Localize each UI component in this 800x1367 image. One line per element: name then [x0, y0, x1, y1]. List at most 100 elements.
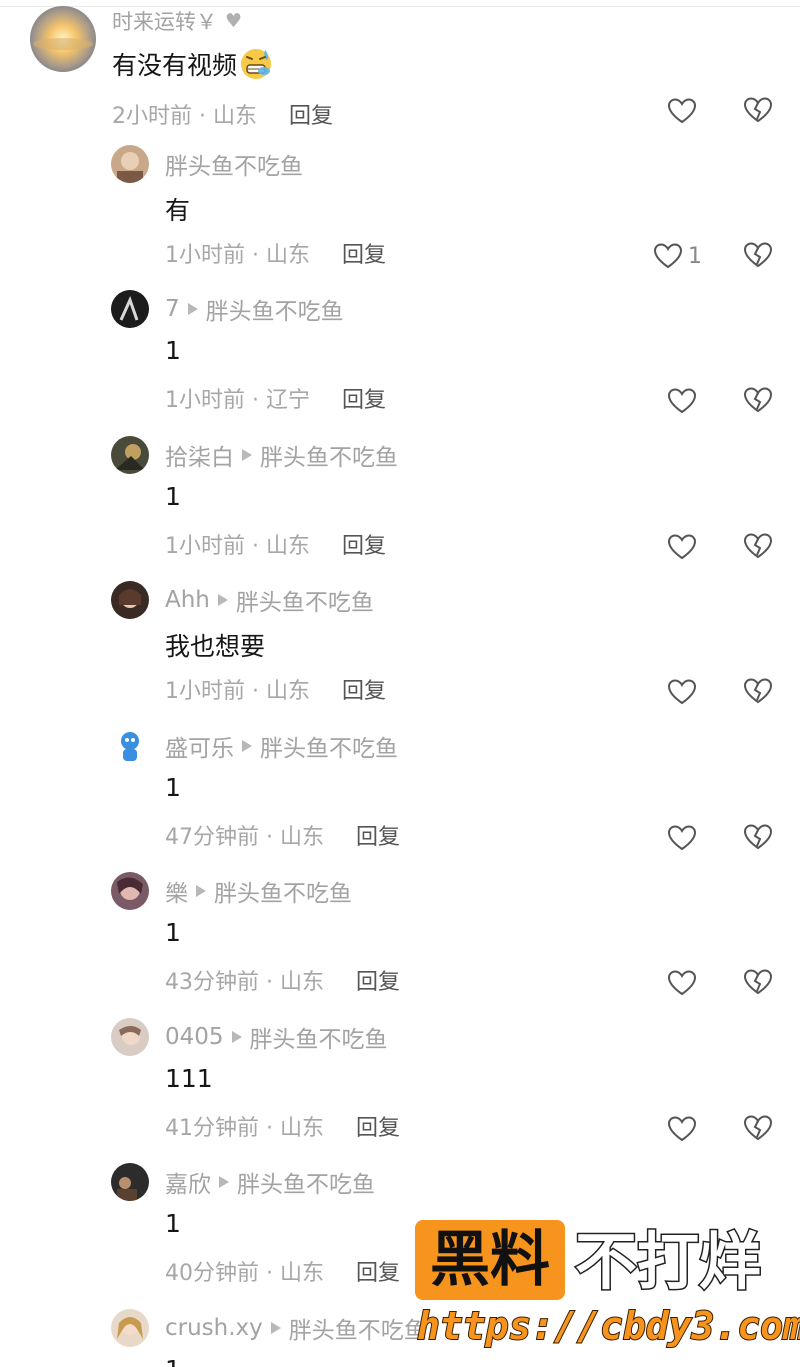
reply-button[interactable]: 回复: [342, 528, 386, 560]
username-row: 胖头鱼不吃鱼: [165, 147, 303, 181]
username[interactable]: 0405: [165, 1024, 224, 1050]
reply-button[interactable]: 回复: [342, 382, 386, 414]
like-count: 1: [688, 243, 702, 269]
username[interactable]: 盛可乐: [165, 729, 234, 763]
comment-meta: 41分钟前 · 山东 回复: [165, 1110, 400, 1142]
username-row: 7 胖头鱼不吃鱼: [165, 292, 344, 326]
comment-meta: 1小时前 · 辽宁 回复: [165, 382, 386, 414]
avatar[interactable]: [111, 727, 149, 765]
reply-button[interactable]: 回复: [342, 673, 386, 705]
avatar[interactable]: [30, 6, 96, 72]
heart-outline-icon: [667, 679, 697, 705]
avatar[interactable]: [111, 581, 149, 619]
broken-heart-icon: [743, 242, 773, 268]
avatar[interactable]: [111, 1018, 149, 1056]
avatar[interactable]: [111, 872, 149, 910]
username-row: crush.xy 胖头鱼不吃鱼: [165, 1311, 427, 1345]
reply-to-username[interactable]: 胖头鱼不吃鱼: [250, 1020, 388, 1054]
dislike-button[interactable]: [742, 530, 776, 564]
reply-arrow-icon: [231, 1031, 242, 1043]
comment-meta: 40分钟前 · 山东 回复: [165, 1255, 400, 1287]
comment-meta: 47分钟前 · 山东 回复: [165, 819, 400, 851]
reply-button[interactable]: 回复: [356, 819, 400, 851]
reply-comment: 盛可乐 胖头鱼不吃鱼 1 47分钟前 · 山东 回复: [0, 727, 800, 867]
reply-arrow-icon: [196, 885, 206, 897]
grimacing-sweat-face-icon: [241, 49, 272, 79]
reply-comment: Ahh 胖头鱼不吃鱼 我也想要 1小时前 · 山东 回复: [0, 581, 800, 721]
broken-heart-icon: [743, 1115, 773, 1141]
dislike-button[interactable]: [742, 1112, 776, 1146]
broken-heart-icon: [743, 824, 773, 850]
username[interactable]: 拾柒白: [165, 438, 234, 472]
like-button[interactable]: [666, 966, 700, 1000]
avatar[interactable]: [111, 1309, 149, 1347]
like-button[interactable]: [666, 530, 700, 564]
reply-button[interactable]: 回复: [289, 98, 333, 130]
username[interactable]: 时来运转￥: [112, 6, 217, 36]
reply-to-username[interactable]: 胖头鱼不吃鱼: [237, 1165, 375, 1199]
broken-heart-icon: [743, 969, 773, 995]
reply-arrow-icon: [217, 594, 228, 606]
avatar[interactable]: [111, 145, 149, 183]
reply-comment: 拾柒白 胖头鱼不吃鱼 1 1小时前 · 山东 回复: [0, 436, 800, 576]
username[interactable]: 樂: [165, 874, 188, 908]
reply-button[interactable]: 回复: [356, 964, 400, 996]
heart-icon: ♥: [225, 10, 243, 32]
username[interactable]: 嘉欣: [165, 1165, 211, 1199]
like-button[interactable]: 1: [652, 239, 712, 273]
like-button[interactable]: [666, 94, 700, 128]
like-button[interactable]: [666, 821, 700, 855]
like-button[interactable]: [666, 1112, 700, 1146]
reply-comment: 樂 胖头鱼不吃鱼 1 43分钟前 · 山东 回复: [0, 872, 800, 1012]
heart-outline-icon: [667, 98, 697, 124]
avatar[interactable]: [111, 436, 149, 474]
username[interactable]: 胖头鱼不吃鱼: [165, 147, 303, 181]
dislike-button[interactable]: [742, 966, 776, 1000]
heart-outline-icon: [667, 534, 697, 560]
reply-to-username[interactable]: 胖头鱼不吃鱼: [260, 438, 398, 472]
broken-heart-icon: [743, 533, 773, 559]
username[interactable]: Ahh: [165, 587, 210, 613]
avatar[interactable]: [111, 290, 149, 328]
reply-to-username[interactable]: 胖头鱼不吃鱼: [236, 583, 374, 617]
comment-meta: 1小时前 · 山东 回复: [165, 673, 386, 705]
reply-button[interactable]: 回复: [356, 1110, 400, 1142]
heart-outline-icon: [667, 970, 697, 996]
reply-to-username[interactable]: 胖头鱼不吃鱼: [214, 874, 352, 908]
username[interactable]: 7: [165, 296, 180, 322]
username[interactable]: crush.xy: [165, 1315, 263, 1341]
like-button[interactable]: [666, 384, 700, 418]
comment-text: 1: [165, 1355, 181, 1367]
reply-to-username[interactable]: 胖头鱼不吃鱼: [206, 292, 344, 326]
reply-button[interactable]: 回复: [356, 1255, 400, 1287]
time-location: 1小时前 · 辽宁: [165, 388, 310, 413]
time-location: 40分钟前 · 山东: [165, 1261, 324, 1286]
avatar[interactable]: [111, 1163, 149, 1201]
comment-text: 111: [165, 1064, 213, 1093]
dislike-button[interactable]: [742, 675, 776, 709]
comment-meta: 1小时前 · 山东 回复: [165, 237, 386, 269]
dislike-button[interactable]: [742, 94, 776, 128]
dislike-button[interactable]: [742, 384, 776, 418]
comment-body: 有没有视频: [112, 51, 238, 80]
like-button[interactable]: [666, 675, 700, 709]
dislike-button[interactable]: [742, 239, 776, 273]
heart-outline-icon: [667, 388, 697, 414]
reply-button[interactable]: 回复: [342, 237, 386, 269]
comment-text: 有: [165, 196, 191, 225]
reply-arrow-icon: [187, 303, 198, 315]
username-row: 拾柒白 胖头鱼不吃鱼: [165, 438, 398, 472]
reply-comment: 胖头鱼不吃鱼 有 1小时前 · 山东 回复 1: [0, 145, 800, 285]
time-location: 47分钟前 · 山东: [165, 825, 324, 850]
time-location: 1小时前 · 山东: [165, 534, 310, 559]
time-location: 1小时前 · 山东: [165, 243, 310, 268]
comment-thread-page: 时来运转￥ ♥ 有没有视频 2小时前 · 山东 回复 胖头鱼不吃鱼 有 1小时前…: [0, 0, 800, 1367]
reply-to-username[interactable]: 胖头鱼不吃鱼: [260, 729, 398, 763]
watermark-url: https://cbdy3.com: [416, 1303, 800, 1349]
comment-meta: 2小时前 · 山东 回复: [112, 98, 333, 130]
time-location: 1小时前 · 山东: [165, 679, 310, 704]
reply-to-username[interactable]: 胖头鱼不吃鱼: [289, 1311, 427, 1345]
username-row: 0405 胖头鱼不吃鱼: [165, 1020, 388, 1054]
reply-comment: 0405 胖头鱼不吃鱼 111 41分钟前 · 山东 回复: [0, 1018, 800, 1158]
dislike-button[interactable]: [742, 821, 776, 855]
